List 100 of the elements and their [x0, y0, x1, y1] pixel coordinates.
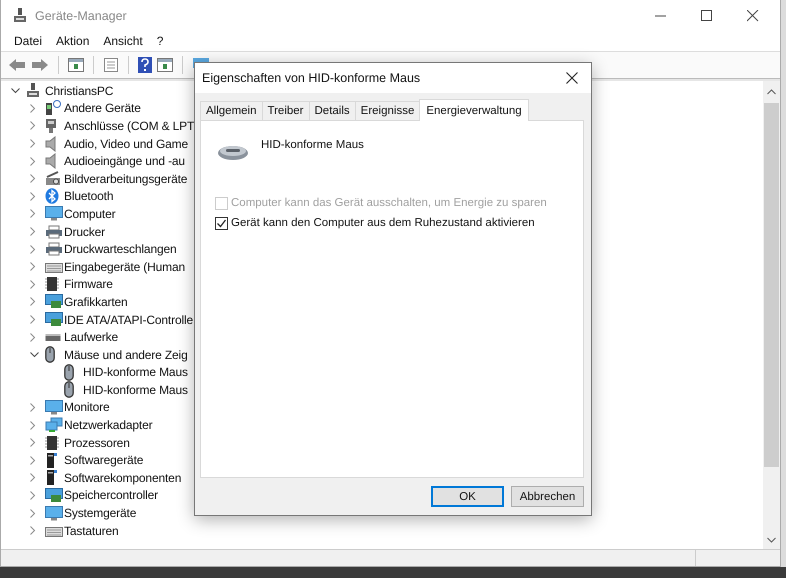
tree-item[interactable]: Monitore: [64, 400, 110, 414]
tree-item[interactable]: IDE ATA/ATAPI-Controlle: [64, 312, 194, 327]
tree-item[interactable]: Andere Geräte: [64, 101, 141, 116]
expand-chevron-icon[interactable]: [30, 174, 36, 184]
panel-icon[interactable]: [157, 58, 173, 72]
menu-item[interactable]: Ansicht: [96, 34, 150, 48]
tree-item[interactable]: Speichercontroller: [64, 488, 158, 502]
tree-item[interactable]: Audio, Video und Game: [64, 136, 188, 151]
monitor-icon: [45, 206, 63, 222]
vertical-scrollbar[interactable]: [763, 81, 780, 549]
computer-name[interactable]: ChristiansPC: [45, 84, 114, 98]
tree-item[interactable]: Anschlüsse (COM & LPT: [64, 118, 194, 133]
collapse-chevron-icon[interactable]: [11, 88, 20, 94]
tree-item[interactable]: Mäuse und andere Zeig: [64, 348, 188, 362]
mouse-icon: [64, 364, 74, 381]
close-icon[interactable]: [747, 10, 759, 22]
expand-chevron-icon[interactable]: [30, 192, 36, 201]
close-icon[interactable]: [566, 72, 578, 84]
expand-chevron-icon[interactable]: [30, 209, 36, 218]
expand-chevron-icon[interactable]: [30, 156, 36, 166]
tree-item[interactable]: Netzwerkadapter: [64, 418, 152, 432]
tab[interactable]: Energieverwaltung: [419, 99, 529, 121]
window-title: Geräte-Manager: [35, 8, 127, 22]
unknown-device-icon: [45, 100, 61, 116]
expand-chevron-icon[interactable]: [30, 473, 36, 482]
scroll-up-icon[interactable]: [767, 89, 776, 95]
tree-item[interactable]: Grafikkarten: [64, 294, 128, 309]
tower-icon: [45, 452, 57, 469]
tree-item[interactable]: Eingabegeräte (Human: [64, 260, 186, 274]
device-name: HID-konforme Maus: [261, 139, 364, 151]
bluetooth-icon: [45, 188, 59, 204]
expand-chevron-icon[interactable]: [30, 121, 36, 130]
computer-icon: [13, 8, 27, 24]
port-icon: [45, 118, 57, 134]
tree-item[interactable]: Softwaregeräte: [64, 453, 144, 468]
expand-chevron-icon[interactable]: [30, 490, 36, 500]
tree-item[interactable]: Laufwerke: [64, 330, 118, 344]
expand-chevron-icon[interactable]: [30, 332, 36, 342]
help-icon[interactable]: [138, 57, 152, 73]
expand-chevron-icon[interactable]: [30, 508, 36, 518]
expand-chevron-icon[interactable]: [30, 526, 36, 536]
speaker-icon: [45, 136, 57, 152]
tree-item[interactable]: Bluetooth: [64, 189, 114, 204]
checkbox[interactable]: [215, 216, 228, 230]
tree-item[interactable]: HID-konforme Maus: [83, 365, 188, 380]
expand-chevron-icon[interactable]: [30, 280, 36, 289]
expand-chevron-icon[interactable]: [30, 456, 36, 465]
forward-arrow-icon[interactable]: [31, 58, 49, 72]
monitor-icon: [45, 400, 63, 415]
chip-icon: [45, 276, 59, 292]
expand-chevron-icon[interactable]: [30, 315, 36, 324]
option-label: Gerät kann den Computer aus dem Ruhezustand aktivieren: [231, 217, 535, 229]
tree-item[interactable]: Systemgeräte: [64, 506, 136, 520]
tree-item[interactable]: Audioeingänge und -au: [64, 154, 185, 168]
dialog-title: Eigenschaften von HID-konforme Maus: [202, 71, 422, 85]
cancel-button[interactable]: Abbrechen: [511, 486, 584, 507]
speaker-icon: [45, 153, 57, 170]
expand-chevron-icon[interactable]: [30, 420, 36, 430]
expand-chevron-icon[interactable]: [30, 104, 36, 113]
expansion-card-icon: [45, 488, 63, 503]
expand-chevron-icon[interactable]: [30, 438, 36, 448]
maximize-icon[interactable]: [701, 10, 713, 22]
tree-item[interactable]: Bildverarbeitungsgeräte: [64, 172, 188, 186]
camera-icon: [45, 170, 61, 187]
mouse-icon: [45, 346, 55, 364]
expand-chevron-icon[interactable]: [30, 402, 36, 412]
properties-icon[interactable]: [103, 57, 119, 73]
scroll-down-icon[interactable]: [767, 537, 776, 543]
tree-item[interactable]: Computer: [64, 206, 116, 221]
computer-icon: [26, 82, 40, 99]
expand-chevron-icon[interactable]: [30, 297, 36, 306]
drive-icon: [45, 332, 61, 342]
tree-item[interactable]: Tastaturen: [64, 524, 119, 538]
expansion-card-icon: [45, 294, 63, 310]
expand-chevron-icon[interactable]: [30, 139, 36, 148]
expand-chevron-icon[interactable]: [30, 244, 36, 254]
printer-icon: [45, 242, 63, 256]
tree-item[interactable]: Druckwarteschlangen: [64, 242, 177, 256]
expand-chevron-icon[interactable]: [30, 262, 36, 272]
tower-icon: [45, 469, 57, 486]
mouse-icon: [64, 381, 74, 398]
menu-item[interactable]: ?: [150, 34, 170, 48]
monitor-icon: [45, 506, 63, 521]
network-icon: [45, 417, 63, 434]
ok-button[interactable]: OK: [431, 486, 504, 507]
collapse-chevron-icon[interactable]: [30, 352, 39, 358]
option-label: Computer kann das Gerät ausschalten, um Energie zu sparen: [231, 197, 547, 209]
back-arrow-icon[interactable]: [8, 58, 26, 72]
tree-item[interactable]: Drucker: [64, 224, 105, 239]
expand-chevron-icon[interactable]: [30, 227, 36, 236]
tree-item[interactable]: HID-konforme Maus: [83, 382, 188, 397]
tree-item[interactable]: Prozessoren: [64, 436, 130, 450]
chip-icon: [45, 434, 59, 451]
printer-icon: [45, 224, 63, 239]
tree-item[interactable]: Softwarekomponenten: [64, 470, 182, 485]
panel-icon[interactable]: [68, 58, 84, 72]
menu-item[interactable]: Datei: [7, 34, 50, 48]
tab[interactable]: Allgemein: [200, 101, 262, 120]
menu-item[interactable]: Aktion: [49, 34, 96, 48]
tree-item[interactable]: Firmware: [64, 277, 113, 292]
